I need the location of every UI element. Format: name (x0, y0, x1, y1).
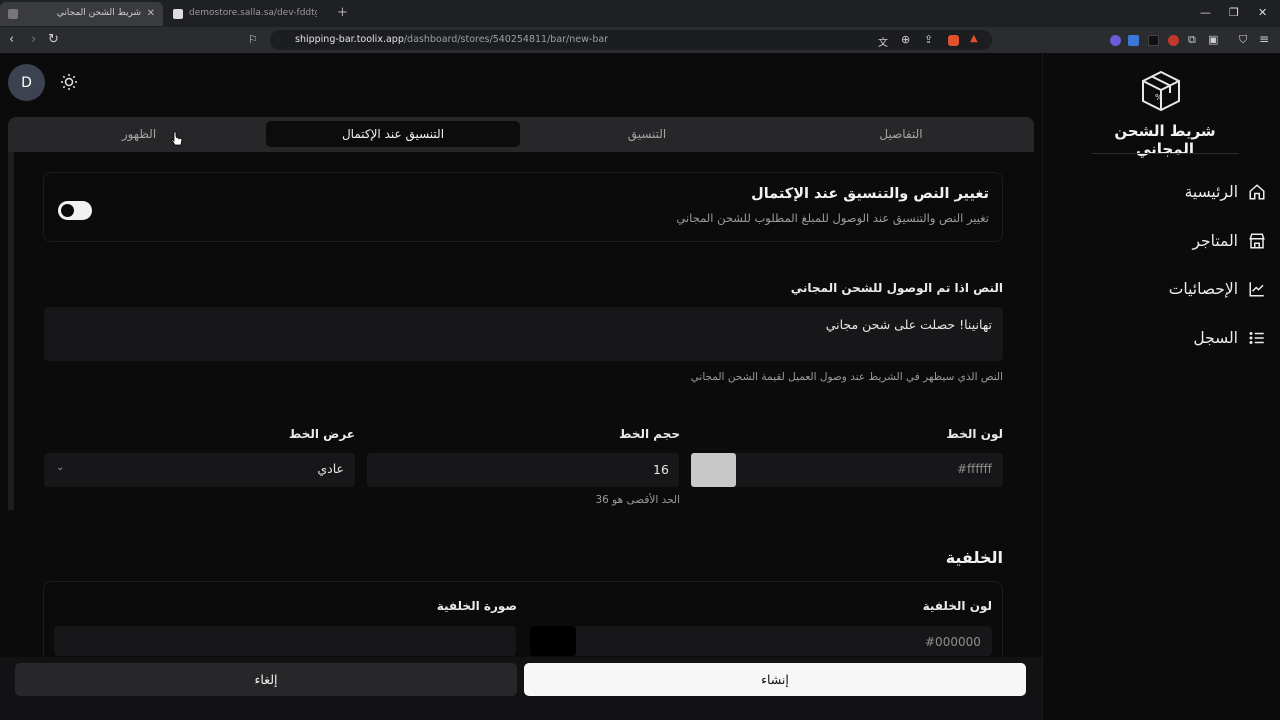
background-color-swatch[interactable] (530, 626, 576, 656)
font-size-input[interactable] (367, 453, 679, 487)
reload-icon[interactable]: ↻ (48, 32, 59, 47)
new-tab-icon[interactable]: + (337, 5, 348, 20)
background-color-label: لون الخلفية (922, 599, 992, 613)
sidebar-item-label: الرئيسية (1184, 183, 1238, 201)
restore-icon[interactable]: ❐ (1229, 6, 1239, 19)
url-host: shipping-bar.toolix.app (295, 34, 404, 45)
tab-completion-style[interactable]: التنسيق عند الإكتمال (266, 121, 520, 147)
menu-icon[interactable]: ≡ (1259, 32, 1269, 46)
completion-text-hint: النص الذي سيظهر في الشريط عند وصول العمي… (690, 371, 1003, 383)
font-color-value: #ffffff (957, 462, 992, 476)
background-image-label: صورة الخلفية (436, 599, 517, 613)
store-icon (1249, 233, 1265, 249)
browser-tab-bar: شريط الشحن المجاني ✕ demostore.salla.sa/… (0, 0, 1280, 27)
tab-visibility[interactable]: الظهور (12, 121, 266, 147)
extension-icon[interactable] (1148, 35, 1159, 46)
font-size-label: حجم الخط (618, 427, 680, 441)
sun-icon[interactable] (59, 72, 79, 92)
font-color-swatch[interactable] (691, 453, 736, 487)
rewards-icon[interactable]: ▲ (970, 33, 981, 44)
create-button[interactable]: إنشاء (524, 663, 1026, 696)
avatar[interactable]: D (8, 64, 45, 101)
sidebar-item-label: الإحصائيات (1168, 280, 1238, 298)
tab-title: demostore.salla.sa/dev-fddtge97i5k (189, 8, 317, 18)
sidebar-item-statistics[interactable]: الإحصائيات (1126, 274, 1266, 304)
background-image-input[interactable] (54, 626, 516, 656)
background-title: الخلفية (945, 548, 1003, 567)
translate-extension-icon[interactable] (1128, 35, 1139, 46)
back-icon[interactable]: ‹ (9, 32, 14, 47)
bookmark-icon[interactable]: ⚐ (248, 33, 258, 46)
chart-line-icon (1249, 282, 1264, 297)
background-color-input[interactable] (530, 626, 992, 656)
completion-card (43, 172, 1003, 242)
chevron-down-icon: ⌄ (56, 462, 65, 473)
sidebar-item-label: المتاجر (1192, 232, 1238, 250)
abp-icon[interactable] (1168, 35, 1179, 46)
browser-tab[interactable]: demostore.salla.sa/dev-fddtge97i5k (165, 2, 330, 26)
puzzle-icon[interactable]: ⧉ (1188, 33, 1196, 47)
cursor-icon (171, 131, 183, 151)
brave-shield-icon[interactable] (948, 35, 959, 46)
background-color-value: #000000 (925, 635, 981, 649)
completion-toggle[interactable] (58, 201, 92, 220)
extension-icon[interactable] (1110, 35, 1121, 46)
zoom-icon[interactable]: ⊕ (901, 33, 910, 46)
font-size-hint: الحد الأقصى هو 36 (595, 494, 680, 506)
tab-details[interactable]: التفاصيل (774, 121, 1028, 147)
toggle-knob (61, 204, 74, 217)
font-weight-value: عادي (317, 461, 344, 476)
font-weight-select[interactable] (44, 453, 355, 487)
font-color-label: لون الخط (946, 427, 1003, 441)
divider (1092, 153, 1239, 154)
site-favicon-icon (173, 9, 183, 19)
browser-toolbar: ‹ › ↻ ⚐ shipping-bar.toolix.app/dashboar… (0, 27, 1280, 75)
list-icon (1249, 332, 1264, 344)
box-logo-icon: % (1138, 68, 1184, 114)
vpn-shield-icon[interactable]: ⛉ (1239, 33, 1247, 47)
tab-list: الظهور التنسيق عند الإكتمال التنسيق التف… (8, 117, 1034, 152)
svg-text:%: % (1155, 93, 1163, 102)
completion-text-label: النص اذا تم الوصول للشحن المجاني (790, 281, 1003, 295)
completion-text-input[interactable] (44, 307, 1003, 361)
sidebar-item-stores[interactable]: المتاجر (1126, 226, 1266, 256)
sidebar-item-log[interactable]: السجل (1126, 323, 1266, 353)
tab-title: شريط الشحن المجاني (56, 8, 141, 18)
sidebar-item-label: السجل (1193, 329, 1238, 347)
window-close-icon[interactable]: ✕ (1258, 6, 1267, 19)
font-weight-label: عرض الخط (288, 427, 355, 441)
sidebar-toggle-icon[interactable]: ▣ (1208, 33, 1218, 46)
forward-icon[interactable]: › (31, 32, 36, 47)
app-favicon-icon (8, 9, 18, 19)
cancel-button[interactable]: إلغاء (15, 663, 517, 696)
close-icon[interactable]: ✕ (147, 8, 155, 19)
completion-description: تغيير النص والتنسيق عند الوصول للمبلغ ال… (676, 211, 989, 225)
scrollbar[interactable] (8, 152, 14, 510)
home-icon (1249, 184, 1265, 200)
font-size-value: 16 (653, 462, 669, 477)
share-icon[interactable]: ⇪ (924, 33, 933, 46)
completion-title: تغيير النص والتنسيق عند الإكتمال (751, 186, 989, 202)
minimize-icon[interactable]: — (1200, 6, 1211, 19)
completion-text-value: تهانينا! حصلت على شحن مجاني (825, 317, 992, 332)
browser-tab-active[interactable]: شريط الشحن المجاني ✕ (0, 2, 163, 26)
tab-style[interactable]: التنسيق (520, 121, 774, 147)
url-path: /dashboard/stores/540254811/bar/new-bar (403, 34, 609, 45)
translate-icon[interactable]: 文 (878, 34, 888, 49)
sidebar-item-home[interactable]: الرئيسية (1126, 177, 1266, 207)
